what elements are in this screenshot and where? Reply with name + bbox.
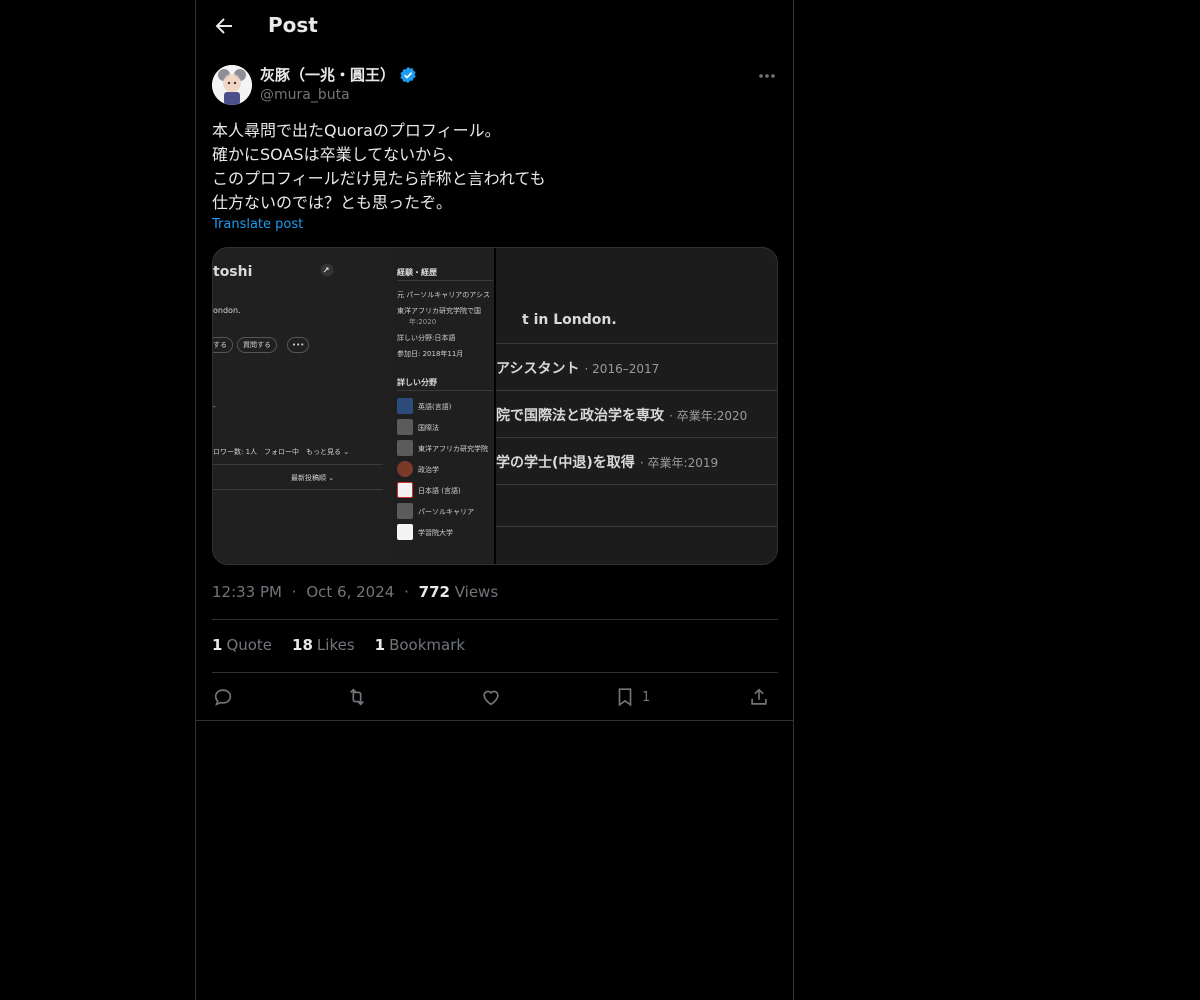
media-topic: 英語(言語) [418, 403, 452, 411]
media-career-item: 年:2020 [409, 318, 437, 326]
author-name[interactable]: 灰豚（一兆・圓王） [260, 64, 395, 85]
media-row-main: アシスタント [496, 361, 580, 377]
bookmark-action-count: 1 [642, 689, 651, 705]
media-pill: する [213, 337, 233, 353]
post-meta: 12:33 PM · Oct 6, 2024 · 772 Views [212, 583, 498, 601]
post-text-line: 仕方ないのでは？とも思ったぞ。 [212, 193, 453, 212]
media-topic: 東洋アフリカ研究学院 [418, 445, 488, 453]
author-block: 灰豚（一兆・圓王） @mura_buta [260, 64, 417, 103]
post-text-line: 本人尋問で出たQuoraのプロフィール。 [212, 121, 501, 140]
quotes-stat[interactable]: 1 Quote [212, 636, 272, 654]
post-media-image[interactable]: toshi ondon. する 質問する ••• - ロワー数: 1人 フォロー… [212, 247, 778, 565]
media-mid-pane: 経験・経歴 元 パーソルキャリアのアシス 東洋アフリカ研究学院で国 年:2020… [393, 248, 495, 564]
avatar-image [212, 65, 252, 105]
quotes-count: 1 [212, 636, 223, 654]
media-dash: - [213, 403, 216, 411]
media-topic: 日本語 (言語) [418, 487, 461, 495]
views-label: Views [454, 583, 499, 601]
reply-icon [214, 689, 232, 706]
divider [212, 619, 778, 620]
page-title: Post [268, 13, 318, 37]
bookmarks-stat[interactable]: 1 Bookmark [375, 636, 465, 654]
media-topic: 学習院大学 [418, 529, 453, 537]
meta-separator: · [404, 583, 409, 601]
media-name-fragment: toshi [213, 264, 253, 280]
more-icon[interactable] [757, 66, 777, 86]
post-stats: 1 Quote 18 Likes 1 Bookmark [212, 636, 465, 654]
media-topic: パーソルキャリア [418, 508, 474, 516]
repost-button[interactable] [346, 686, 368, 708]
bookmarks-count: 1 [374, 636, 386, 654]
avatar[interactable] [212, 65, 252, 105]
media-pill: ••• [287, 337, 310, 353]
media-row-dim: · 卒業年:2019 [639, 456, 719, 470]
media-row-main: 院で国際法と政治学を専攻 [496, 408, 664, 424]
post-column: Post 灰豚（一兆・圓王） @mura_buta 本人尋問で出たQuoraのプ… [195, 0, 794, 1000]
meta-separator: · [291, 583, 297, 601]
media-career-item: 東洋アフリカ研究学院で国 [397, 307, 481, 315]
media-follow-row: ロワー数: 1人 フォロー中 もっと見る ⌄ [213, 448, 350, 456]
reply-button[interactable] [212, 686, 234, 708]
repost-icon [349, 688, 365, 706]
media-topics-title: 詳しい分野 [397, 378, 437, 387]
media-left-pane: toshi ondon. する 質問する ••• - ロワー数: 1人 フォロー… [213, 248, 393, 564]
back-arrow-icon[interactable] [212, 14, 236, 38]
bookmarks-label: Bookmark [389, 636, 466, 654]
media-row: t in London. [522, 312, 617, 328]
divider [212, 672, 778, 673]
share-button[interactable] [748, 686, 770, 708]
media-topic: 国際法 [418, 424, 439, 432]
media-career-item: 参加日: 2018年11月 [397, 350, 464, 358]
post-time[interactable]: 12:33 PM [212, 583, 282, 601]
likes-stat[interactable]: 18 Likes [292, 636, 355, 654]
post-text-line: このプロフィールだけ見たら詐称と言われても [212, 169, 546, 188]
media-row-dim: · 卒業年:2020 [669, 409, 748, 423]
media-sort: 最新投稿順 ⌄ [291, 474, 335, 482]
media-career-item: 元 パーソルキャリアのアシス [397, 291, 490, 299]
media-bio-fragment: ondon. [213, 306, 241, 315]
media-pill: 質問する [237, 337, 277, 353]
likes-count: 18 [292, 636, 313, 654]
media-career-item: 詳しい分野:日本語 [397, 334, 456, 342]
views-count: 772 [418, 583, 450, 601]
bookmark-icon [618, 688, 632, 707]
like-button[interactable] [480, 686, 502, 708]
like-icon [483, 690, 499, 706]
post-text-line: 確かにSOASは卒業してないから、 [212, 145, 464, 164]
quotes-label: Quote [226, 636, 273, 654]
media-row-main: 学の学士(中退)を取得 [496, 455, 635, 471]
author-handle[interactable]: @mura_buta [260, 87, 417, 103]
translate-post-link[interactable]: Translate post [212, 217, 303, 232]
verified-badge-icon [400, 66, 416, 83]
post-text: 本人尋問で出たQuoraのプロフィール。 確かにSOASは卒業してないから、 こ… [212, 119, 772, 215]
share-icon-small [320, 263, 334, 277]
likes-label: Likes [316, 636, 355, 654]
media-right-pane: t in London. アシスタント · 2016–2017 院で国際法と政治… [496, 248, 777, 564]
media-topic: 政治学 [418, 466, 439, 474]
bookmark-button[interactable]: 1 [614, 686, 650, 708]
divider [196, 720, 793, 721]
media-career-title: 経験・経歴 [397, 268, 437, 277]
media-row-dim: · 2016–2017 [584, 362, 660, 376]
share-icon [751, 688, 767, 705]
action-bar: 1 [212, 686, 778, 710]
header: Post [196, 0, 793, 53]
post-date[interactable]: Oct 6, 2024 [306, 583, 394, 601]
